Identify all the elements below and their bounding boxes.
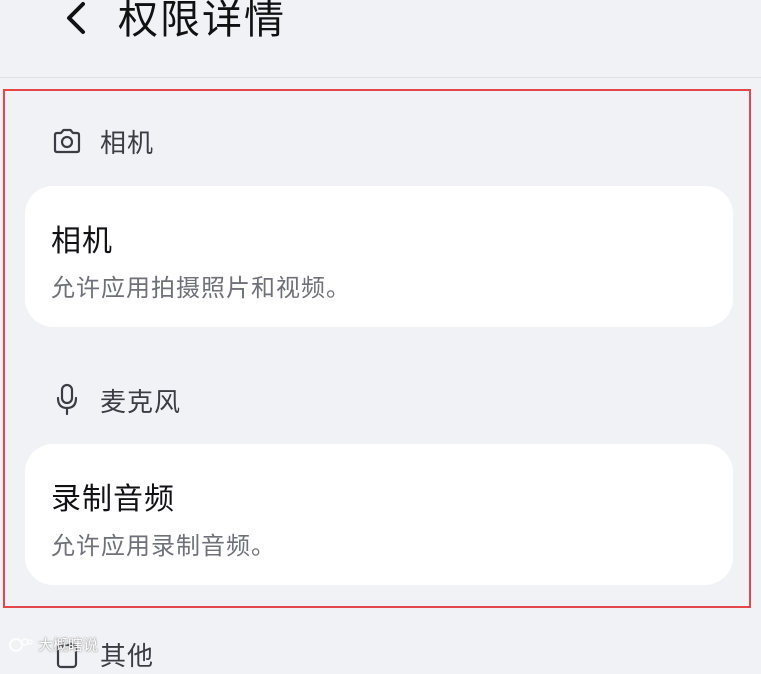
watermark-logo-icon bbox=[9, 637, 33, 652]
section-header-microphone: 麦克风 bbox=[50, 380, 181, 420]
permission-description-camera: 允许应用拍摄照片和视频。 bbox=[51, 274, 351, 302]
back-button[interactable] bbox=[52, 0, 100, 42]
watermark: 大概瞎说 bbox=[8, 634, 98, 655]
permission-description-microphone: 允许应用录制音频。 bbox=[51, 532, 276, 560]
page-title: 权限详情 bbox=[118, 0, 286, 43]
section-header-camera: 相机 bbox=[50, 121, 154, 161]
camera-icon bbox=[50, 124, 84, 158]
permission-card-microphone[interactable]: 录制音频 允许应用录制音频。 bbox=[25, 444, 733, 585]
permission-card-camera[interactable]: 相机 允许应用拍摄照片和视频。 bbox=[25, 186, 733, 327]
section-label-microphone: 麦克风 bbox=[100, 387, 182, 418]
section-label-other: 其他 bbox=[100, 641, 155, 672]
watermark-text: 大概瞎说 bbox=[38, 636, 99, 654]
microphone-icon bbox=[50, 383, 84, 417]
section-label-camera: 相机 bbox=[100, 128, 155, 159]
chevron-left-icon bbox=[67, 2, 85, 34]
permission-title-camera: 相机 bbox=[51, 224, 113, 259]
permission-title-microphone: 录制音频 bbox=[51, 482, 175, 517]
top-app-bar: 权限详情 bbox=[0, 0, 761, 78]
